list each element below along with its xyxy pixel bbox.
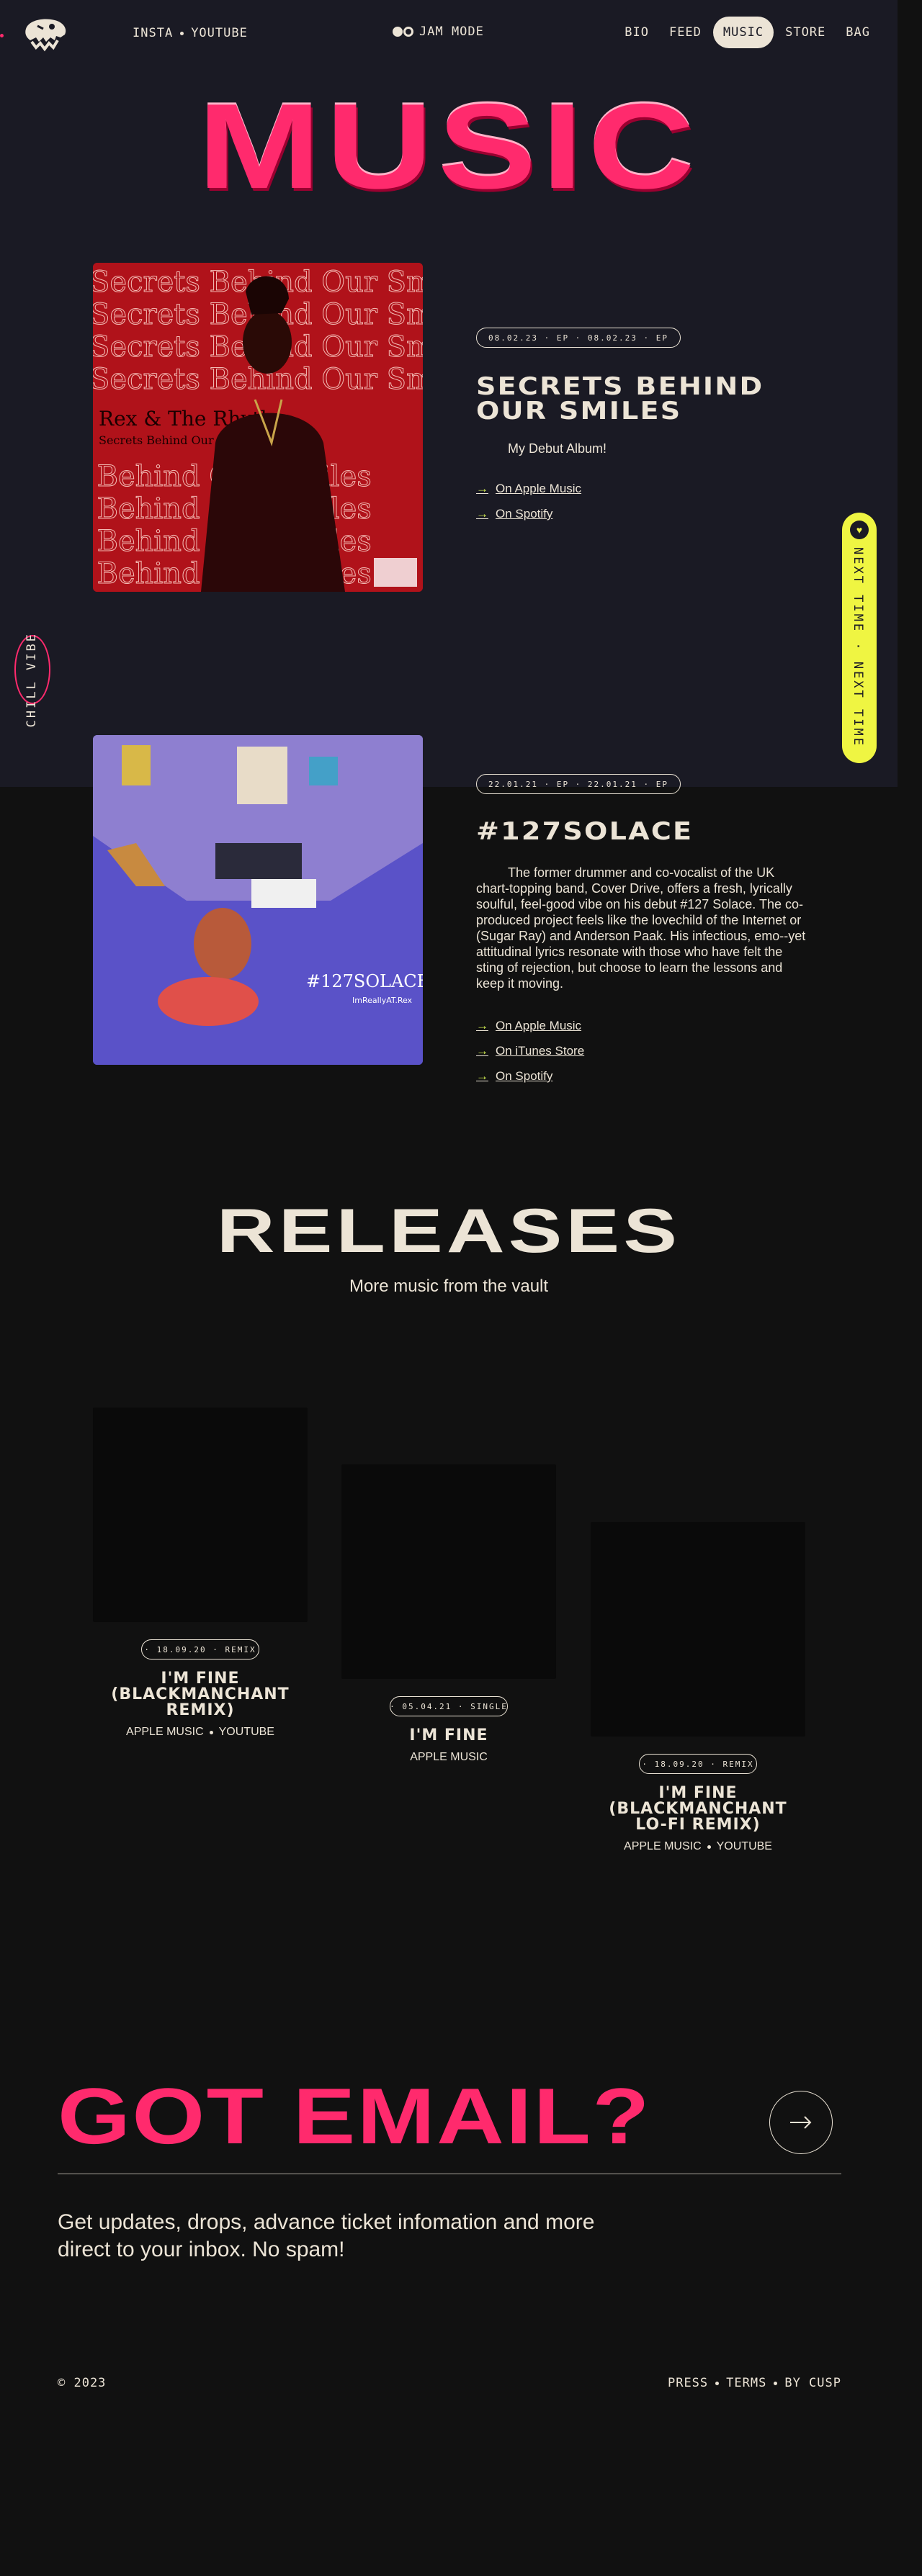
arrow-right-icon [790, 2116, 812, 2129]
heart-icon: ♥ [850, 521, 869, 539]
page-title: MUSIC [197, 78, 700, 214]
date-pill: 08.02.23 · EP · 08.02.23 · EP [476, 328, 681, 348]
release-title-line: REMIX) [166, 1701, 235, 1719]
separator-dot [774, 2381, 778, 2385]
release-links: APPLE MUSIC YOUTUBE [591, 1840, 805, 1853]
release-title-line: I'M FINE [658, 1784, 738, 1802]
link-label: On Spotify [496, 507, 553, 521]
email-submit-button[interactable] [769, 2091, 833, 2154]
release-title: I'M FINE (BLACKMANCHANT REMIX) [93, 1671, 308, 1719]
releases-subtitle: More music from the vault [349, 1276, 549, 1296]
main-menu: BIO FEED MUSIC STORE BAG [616, 17, 879, 48]
next-time-tag[interactable]: ♥ NEXT TIME · NEXT TIME [842, 513, 877, 763]
nav-insta[interactable]: INSTA [133, 26, 173, 40]
release-links: APPLE MUSIC [341, 1751, 556, 1764]
apple-music-link[interactable]: APPLE MUSIC [410, 1751, 488, 1764]
arrow-right-icon: → [476, 1019, 488, 1032]
album-cover-127solace[interactable]: #127SOLACE ImReallyAT.Rex [93, 735, 423, 1065]
apple-music-link[interactable]: → On Apple Music [476, 1019, 581, 1033]
footer-press[interactable]: PRESS [668, 2376, 708, 2390]
arrow-right-icon: → [476, 1069, 488, 1083]
date-pill: 22.01.21 · EP · 22.01.21 · EP [476, 774, 681, 794]
chill-vibe-tag: CHILL VIBE [24, 632, 39, 728]
release-title: I'M FINE (BLACKMANCHANT LO-FI REMIX) [591, 1785, 805, 1833]
itunes-store-link[interactable]: → On iTunes Store [476, 1044, 584, 1058]
release-card[interactable]: · 05.04.21 · SINGLE I'M FINE APPLE MUSIC [341, 1464, 556, 1764]
release-cover[interactable] [591, 1522, 805, 1737]
trex-skull-logo[interactable] [22, 16, 69, 55]
release-title-line: I'M FINE [409, 1726, 488, 1744]
youtube-link[interactable]: YOUTUBE [219, 1726, 274, 1739]
email-subtitle: Get updates, drops, advance ticket infom… [58, 2210, 595, 2261]
cover-album-name: #127SOLACE [306, 971, 423, 991]
footer-terms[interactable]: TERMS [726, 2376, 766, 2390]
spotify-link[interactable]: → On Spotify [476, 1069, 552, 1084]
social-links: INSTA YOUTUBE [133, 26, 248, 40]
release-card[interactable]: · 18.09.20 · REMIX I'M FINE (BLACKMANCHA… [93, 1408, 308, 1739]
release-cover[interactable] [341, 1464, 556, 1679]
releases-title: RELEASES [216, 1197, 681, 1266]
album-title: SECRETS BEHIND OUR SMILES [476, 374, 764, 423]
album-title-line: OUR SMILES [476, 397, 682, 425]
nav-bio[interactable]: BIO [616, 17, 658, 48]
release-title-line: (BLACKMANCHANT [111, 1685, 290, 1703]
link-label: On Apple Music [496, 482, 582, 495]
arrow-right-icon: → [476, 482, 488, 495]
nav-youtube[interactable]: YOUTUBE [191, 26, 248, 40]
apple-music-link[interactable]: APPLE MUSIC [126, 1726, 204, 1739]
release-pill: · 18.09.20 · REMIX [141, 1639, 259, 1659]
apple-music-link[interactable]: APPLE MUSIC [624, 1840, 702, 1853]
release-title-line: I'M FINE [161, 1670, 240, 1688]
release-title-line: (BLACKMANCHANT [609, 1800, 787, 1818]
album-description: My Debut Album! [508, 441, 607, 456]
next-time-label: NEXT TIME · NEXT TIME [851, 547, 865, 747]
album-cover-secrets[interactable]: Secrets Behind Our Smiles Secrets Behind… [93, 263, 423, 592]
youtube-link[interactable]: YOUTUBE [717, 1840, 772, 1853]
link-label: On Apple Music [496, 1019, 582, 1032]
footer-links: PRESS TERMS BY CUSP [668, 2376, 841, 2390]
link-label: On Spotify [496, 1069, 553, 1083]
separator-dot [707, 1845, 711, 1849]
apple-music-link[interactable]: → On Apple Music [476, 482, 581, 496]
nav-feed[interactable]: FEED [661, 17, 710, 48]
separator-dot [180, 31, 184, 35]
jam-mode-icon [393, 27, 413, 37]
separator-dot [715, 2381, 720, 2385]
release-title-line: LO-FI REMIX) [635, 1816, 761, 1834]
release-links: APPLE MUSIC YOUTUBE [93, 1726, 308, 1739]
release-pill: · 18.09.20 · REMIX [639, 1754, 757, 1774]
link-label: On iTunes Store [496, 1044, 585, 1058]
album-title: #127SOLACE [476, 819, 693, 844]
nav-store[interactable]: STORE [776, 17, 834, 48]
arrow-right-icon: → [476, 1044, 488, 1058]
release-title: I'M FINE [341, 1728, 556, 1744]
album-title-line: SECRETS BEHIND [476, 372, 764, 401]
arrow-right-icon: → [476, 507, 488, 521]
top-nav: INSTA YOUTUBE JAM MODE BIO FEED MUSIC ST… [0, 0, 898, 66]
email-title: GOT EMAIL? [58, 2072, 651, 2161]
album-description: The former drummer and co-vocalist of th… [476, 865, 806, 991]
release-cover[interactable] [93, 1408, 308, 1622]
footer-by-cusp[interactable]: BY CUSP [784, 2376, 841, 2390]
release-card[interactable]: · 18.09.20 · REMIX I'M FINE (BLACKMANCHA… [591, 1522, 805, 1853]
spotify-link[interactable]: → On Spotify [476, 507, 552, 521]
copyright: © 2023 [58, 2376, 107, 2390]
cover-artist: ImReallyAT.Rex [352, 996, 413, 1005]
nav-bag[interactable]: BAG [837, 17, 879, 48]
jam-mode-toggle[interactable]: JAM MODE [393, 24, 484, 39]
separator-dot [209, 1730, 213, 1734]
jam-mode-label: JAM MODE [419, 24, 484, 39]
nav-music[interactable]: MUSIC [712, 17, 774, 48]
release-pill: · 05.04.21 · SINGLE [390, 1696, 508, 1716]
album-title-line: #127SOLACE [476, 817, 694, 846]
